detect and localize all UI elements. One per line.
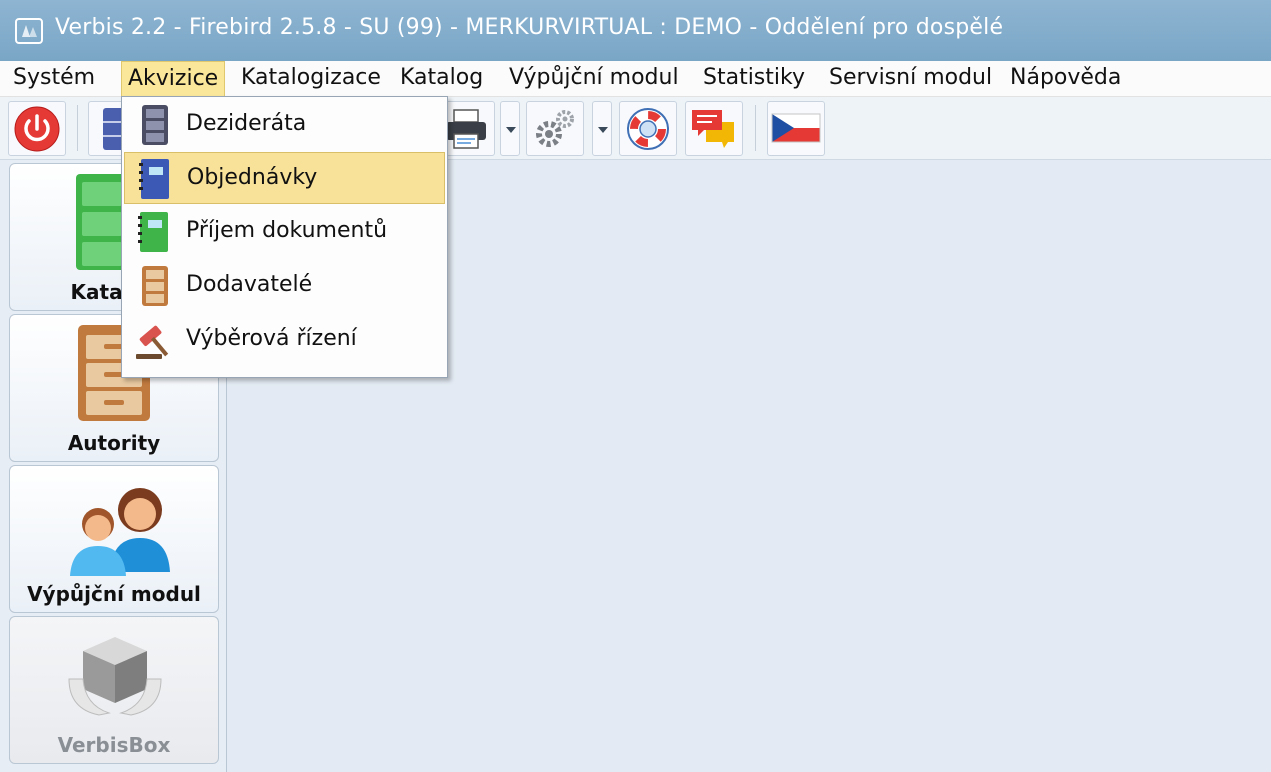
menu-napoveda[interactable]: Nápověda [1010, 61, 1121, 97]
settings-dropdown-button[interactable] [592, 101, 612, 156]
menu-katalogizace[interactable]: Katalogizace [241, 61, 381, 97]
exit-button[interactable] [8, 101, 66, 156]
box-hands-icon [68, 637, 162, 716]
menu-item-objednavky[interactable]: Objednávky [124, 152, 445, 204]
menu-katalog[interactable]: Katalog [400, 61, 483, 97]
menu-item-deziderata[interactable]: Dezideráta [124, 99, 445, 151]
module-label: Autority [67, 431, 161, 455]
chat-icon [692, 110, 734, 148]
menu-vypujcni-modul[interactable]: Výpůjční modul [509, 61, 679, 97]
toolbar-separator [77, 105, 78, 151]
users-icon [70, 488, 170, 576]
czech-flag-icon [771, 113, 821, 143]
module-verbisbox[interactable]: VerbisBox [9, 616, 219, 764]
menu-servisni-modul[interactable]: Servisní modul [829, 61, 992, 97]
window-title-bar: Verbis 2.2 - Firebird 2.5.8 - SU (99) - … [0, 0, 1271, 61]
menu-item-prijem-dokumentu[interactable]: Příjem dokumentů [124, 206, 445, 258]
module-label: VerbisBox [57, 733, 171, 757]
gavel-icon [136, 325, 169, 359]
menu-item-vyberova-rizeni[interactable]: Výběrová řízení [124, 314, 445, 366]
menu-item-dodavatele[interactable]: Dodavatelé [124, 260, 445, 312]
notebook-green-icon [138, 212, 168, 252]
print-dropdown-button[interactable] [500, 101, 520, 156]
menu-system[interactable]: Systém [13, 61, 95, 97]
menu-item-label: Dezideráta [186, 111, 307, 136]
lifebuoy-icon [627, 108, 669, 150]
toolbar-separator [755, 105, 756, 151]
gear-icon [536, 110, 574, 147]
menu-item-label: Výběrová řízení [186, 326, 357, 351]
module-label: Výpůjční modul [27, 582, 201, 606]
help-button[interactable] [619, 101, 677, 156]
language-button[interactable] [767, 101, 825, 156]
menu-item-label: Příjem dokumentů [186, 218, 388, 243]
power-icon [14, 106, 60, 152]
akvizice-dropdown-menu: Dezideráta Objednávky Příjem dokumentů D… [121, 96, 448, 378]
cabinet-dark-icon [142, 105, 168, 145]
window-title: Verbis 2.2 - Firebird 2.5.8 - SU (99) - … [55, 15, 1004, 40]
menu-statistiky[interactable]: Statistiky [703, 61, 805, 97]
cabinet-brown-icon [142, 266, 168, 306]
settings-button[interactable] [526, 101, 584, 156]
messages-button[interactable] [685, 101, 743, 156]
menu-item-label: Dodavatelé [186, 272, 313, 297]
module-vypujcni-modul[interactable]: Výpůjční modul [9, 465, 219, 613]
menu-akvizice[interactable]: Akvizice [121, 61, 226, 97]
menu-item-label: Objednávky [187, 165, 318, 190]
notebook-blue-icon [139, 159, 169, 199]
menu-bar: Systém Akvizice Katalogizace Katalog Výp… [0, 61, 1271, 97]
app-logo-icon [15, 18, 43, 44]
